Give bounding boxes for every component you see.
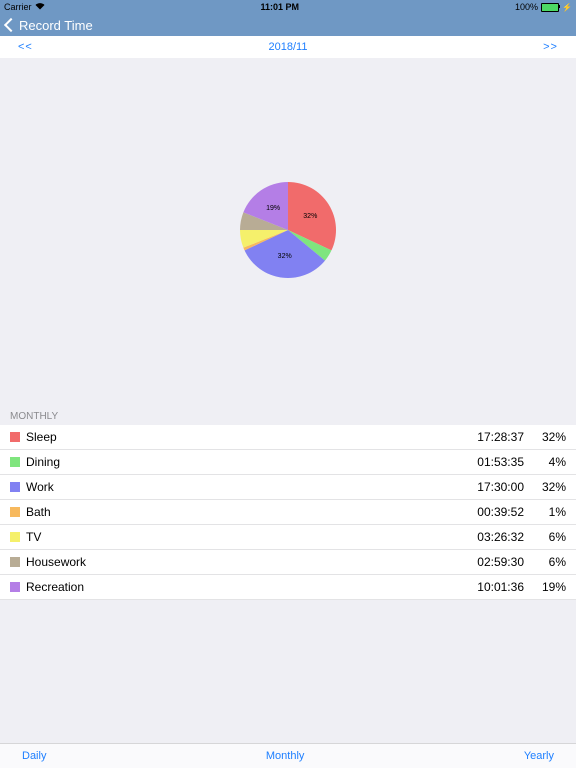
row-name: Work [26,480,464,494]
wifi-icon [35,2,45,12]
slice-label: 32% [303,213,317,220]
list-item[interactable]: Dining01:53:354% [0,450,576,475]
row-time: 03:26:32 [464,530,524,544]
chart-area: 32% 32% 19% [0,58,576,402]
color-swatch [10,532,20,542]
row-name: Sleep [26,430,464,444]
row-time: 17:28:37 [464,430,524,444]
status-bar: Carrier 11:01 PM 100% ⚡ [0,0,576,14]
back-button[interactable]: Record Time [6,18,93,33]
color-swatch [10,507,20,517]
next-month-button[interactable]: >> [543,41,558,53]
row-time: 01:53:35 [464,455,524,469]
list-item[interactable]: Work17:30:0032% [0,475,576,500]
row-time: 02:59:30 [464,555,524,569]
slice-label: 32% [278,253,292,260]
row-time: 10:01:36 [464,580,524,594]
tab-daily[interactable]: Daily [22,750,46,762]
color-swatch [10,582,20,592]
row-name: Recreation [26,580,464,594]
battery-pct: 100% [515,2,538,12]
back-label: Record Time [19,18,93,33]
nav-bar: Record Time [0,14,576,36]
row-name: Bath [26,505,464,519]
list-item[interactable]: Bath00:39:521% [0,500,576,525]
row-pct: 19% [524,580,566,594]
section-title: MONTHLY [10,411,58,422]
color-swatch [10,457,20,467]
row-pct: 6% [524,555,566,569]
color-swatch [10,432,20,442]
battery-icon [541,3,559,12]
clock-label: 11:01 PM [260,2,299,12]
row-name: Dining [26,455,464,469]
row-name: TV [26,530,464,544]
row-name: Housework [26,555,464,569]
list-item[interactable]: TV03:26:326% [0,525,576,550]
prev-month-button[interactable]: << [18,41,33,53]
list-item[interactable]: Recreation10:01:3619% [0,575,576,600]
row-time: 00:39:52 [464,505,524,519]
tab-monthly[interactable]: Monthly [266,750,305,762]
color-swatch [10,482,20,492]
tab-yearly[interactable]: Yearly [524,750,554,762]
list-item[interactable]: Sleep17:28:3732% [0,425,576,450]
section-header: MONTHLY [0,402,576,425]
row-pct: 1% [524,505,566,519]
row-pct: 32% [524,480,566,494]
row-pct: 32% [524,430,566,444]
color-swatch [10,557,20,567]
activity-list: Sleep17:28:3732%Dining01:53:354%Work17:3… [0,425,576,600]
empty-space [0,600,576,743]
list-item[interactable]: Housework02:59:306% [0,550,576,575]
row-pct: 4% [524,455,566,469]
slice-label: 19% [266,205,280,212]
date-nav: << 2018/11 >> [0,36,576,58]
row-pct: 6% [524,530,566,544]
row-time: 17:30:00 [464,480,524,494]
chevron-left-icon [4,18,18,32]
tab-bar: Daily Monthly Yearly [0,743,576,768]
charge-icon: ⚡ [562,3,572,12]
carrier-label: Carrier [4,2,32,12]
pie-chart: 32% 32% 19% [233,175,343,285]
date-title: 2018/11 [269,41,308,53]
